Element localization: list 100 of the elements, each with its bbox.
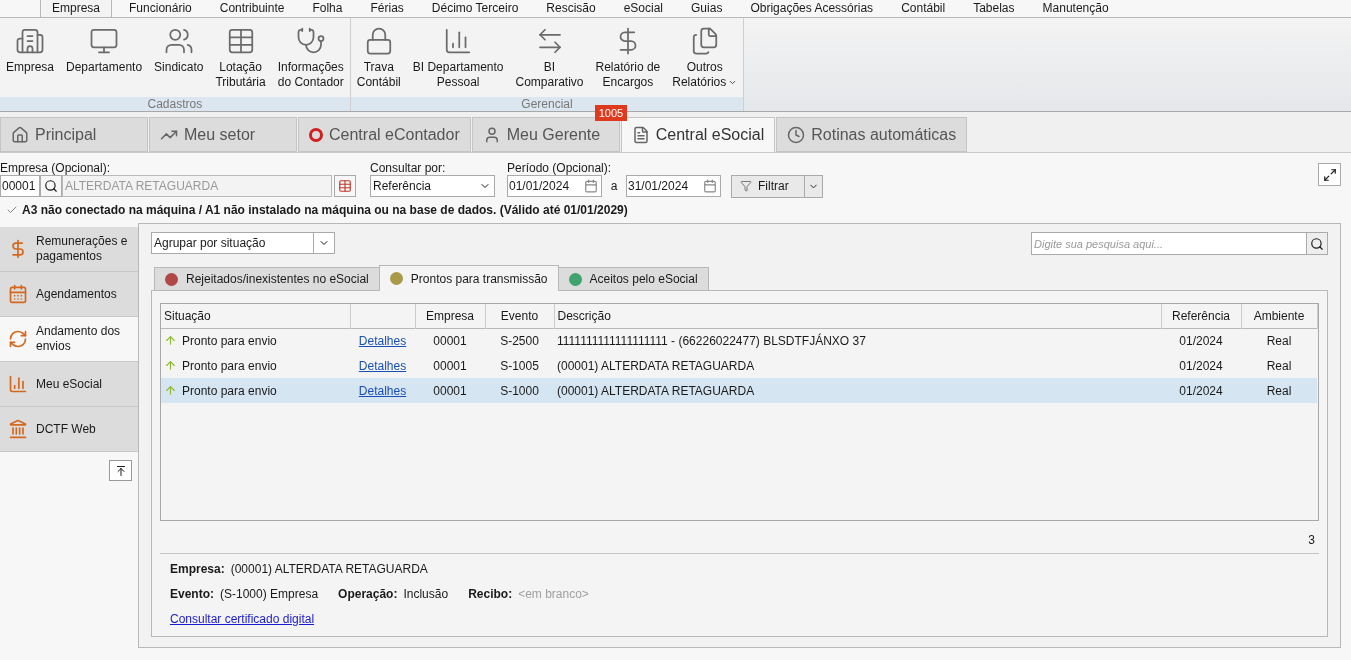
ribbon-button[interactable]: BI Comparativo — [509, 26, 590, 90]
ribbon-button[interactable]: Empresa — [0, 26, 61, 75]
module-tab[interactable]: Central eSocial — [620, 117, 776, 153]
ribbon-button[interactable]: Sindicato — [148, 26, 210, 75]
ribbon-button[interactable]: Lotação Tributária — [209, 26, 272, 90]
side-nav-item[interactable]: Meu eSocial — [0, 362, 138, 407]
certificate-link[interactable]: Consultar certificado digital — [170, 610, 315, 628]
table-row[interactable]: Pronto para envio Detalhes 00001 S-1005 (00001) ALTERDATA RETAGUARDA 01/2024 Real — [161, 353, 1317, 378]
table-cell-text: Pronto para envio — [182, 332, 277, 350]
column-header: Referência — [1161, 304, 1241, 328]
record-count: 3 — [1308, 532, 1315, 549]
range-separator: a — [609, 178, 619, 196]
upload-icon — [164, 384, 177, 397]
table-cell: 1111111111111111111 - (66226022477) BLSDTFJÁNXO 37 — [557, 333, 866, 348]
calendar-button[interactable] — [334, 175, 356, 198]
detail-value: Inclusão — [403, 586, 449, 603]
table-cell-text: Pronto para envio — [182, 357, 277, 375]
details-link[interactable]: Detalhes — [358, 358, 407, 373]
table-cell: (00001) ALTERDATA RETAGUARDA — [557, 358, 755, 373]
search-button[interactable] — [1307, 232, 1328, 255]
table-cell: 01/2024 — [1179, 333, 1223, 348]
menu-tab[interactable]: Contribuinte — [208, 0, 296, 17]
start-date-field[interactable]: 01/01/2024 — [507, 175, 602, 198]
clock-icon — [787, 125, 806, 144]
column-header: Empresa — [415, 304, 485, 328]
table-cell: S-2500 — [500, 333, 539, 348]
search-icon — [44, 179, 58, 194]
ribbon-button[interactable]: Departamento — [60, 26, 149, 75]
table-cell: Real — [1266, 358, 1292, 373]
detail-value: <em branco> — [518, 586, 589, 603]
module-tab[interactable]: Principal — [0, 117, 148, 153]
detail-value: (S-1000) Empresa — [220, 586, 319, 603]
search-button[interactable] — [40, 175, 62, 198]
table-cell: Real — [1266, 333, 1292, 348]
column-header: Ambiente — [1241, 304, 1317, 328]
menu-tab[interactable]: Rescisão — [535, 0, 607, 17]
table-cell: 01/2024 — [1179, 358, 1223, 373]
table-cell-text: Pronto para envio — [182, 382, 277, 400]
module-tab[interactable]: Meu setor — [149, 117, 297, 153]
menu-tab[interactable]: Décimo Terceiro — [420, 0, 530, 17]
field-label: Consultar por: — [370, 161, 447, 176]
document-icon — [631, 126, 650, 145]
upload-icon — [164, 334, 177, 348]
details-link[interactable]: Detalhes — [358, 333, 407, 348]
ribbon-button[interactable]: Trava Contábil — [350, 26, 407, 90]
end-date-field[interactable]: 31/01/2024 — [626, 175, 721, 198]
table-cell: 01/2024 — [1179, 383, 1223, 398]
home-icon — [11, 125, 29, 144]
status-tab[interactable]: Aceitos pelo eSocial — [557, 267, 709, 291]
filter-button[interactable]: Filtrar — [731, 174, 805, 198]
arrow-up-icon — [114, 464, 127, 477]
detail-label: Empresa: — [170, 561, 225, 578]
module-tab[interactable]: Central eContador — [298, 117, 471, 153]
detail-label: Operação: — [338, 586, 398, 603]
building-icon — [15, 26, 45, 56]
query-dropdown[interactable]: Referência — [370, 175, 495, 198]
menu-tab[interactable]: Empresa — [40, 0, 113, 17]
column-header: Descrição — [554, 304, 1161, 328]
calendar-icon — [584, 179, 598, 194]
table-cell: (00001) ALTERDATA RETAGUARDA — [557, 383, 755, 398]
module-tab[interactable]: Meu Gerente — [471, 117, 620, 153]
status-tab[interactable]: Rejeitados/inexistentes no eSocial — [154, 267, 380, 291]
menu-tab[interactable]: Obrigações Acessórias — [739, 0, 885, 17]
menu-tab[interactable]: Funcionário — [118, 0, 203, 17]
menu-tab[interactable]: Tabelas — [962, 0, 1026, 17]
scroll-top-button[interactable] — [109, 460, 132, 481]
menu-tab[interactable]: Manutenção — [1031, 0, 1120, 17]
side-nav-item[interactable]: Agendamentos — [0, 272, 138, 317]
details-link[interactable]: Detalhes — [358, 383, 407, 398]
menu-tab[interactable]: Contábil — [890, 0, 957, 17]
calendar-icon — [703, 179, 717, 194]
ribbon-button[interactable]: Informações do Contador — [271, 26, 350, 90]
menu-tab[interactable]: Folha — [301, 0, 354, 17]
ribbon-button[interactable]: Relatório de Encargos — [589, 26, 667, 90]
ribbon-button[interactable]: BI Departamento Pessoal — [406, 26, 510, 90]
menu-tab[interactable]: Férias — [359, 0, 415, 17]
column-header: Evento — [485, 304, 554, 328]
table-row[interactable]: Pronto para envio Detalhes 00001 S-2500 1111111111111111111 - (66226022477) BLSDTFJÁNXO 37 01/2024 Real — [161, 328, 1317, 353]
side-nav-item[interactable]: Remunerações e pagamentos — [0, 227, 138, 272]
table-cell: 00001 — [433, 333, 467, 348]
group-dropdown[interactable]: Agrupar por situação — [151, 232, 335, 254]
ribbon-button[interactable]: Outros Relatórios — [666, 26, 744, 90]
cycle-arrows-icon — [8, 329, 28, 349]
expand-icon — [1322, 167, 1337, 182]
table-cell: 00001 — [433, 358, 467, 373]
ribbon-group-title: Cadastros — [0, 97, 350, 112]
menu-tab[interactable]: eSocial — [612, 0, 675, 17]
field-label: Período (Opcional): — [507, 161, 613, 176]
detail-label: Evento: — [170, 586, 214, 603]
table-icon — [338, 179, 352, 194]
search-field[interactable]: Digite sua pesquisa aqui... — [1031, 232, 1307, 255]
side-nav-item[interactable]: DCTF Web — [0, 407, 138, 452]
module-tab[interactable]: Rotinas automáticas — [776, 117, 968, 153]
company-code-field[interactable]: 00001 — [0, 175, 40, 198]
expand-button[interactable] — [1318, 163, 1341, 187]
field-label: Empresa (Opcional): — [0, 161, 112, 176]
status-tab[interactable]: Prontos para transmissão — [378, 265, 559, 291]
menu-tab[interactable]: Guias — [680, 0, 734, 17]
filter-icon — [740, 180, 752, 193]
upload-icon — [164, 359, 177, 372]
